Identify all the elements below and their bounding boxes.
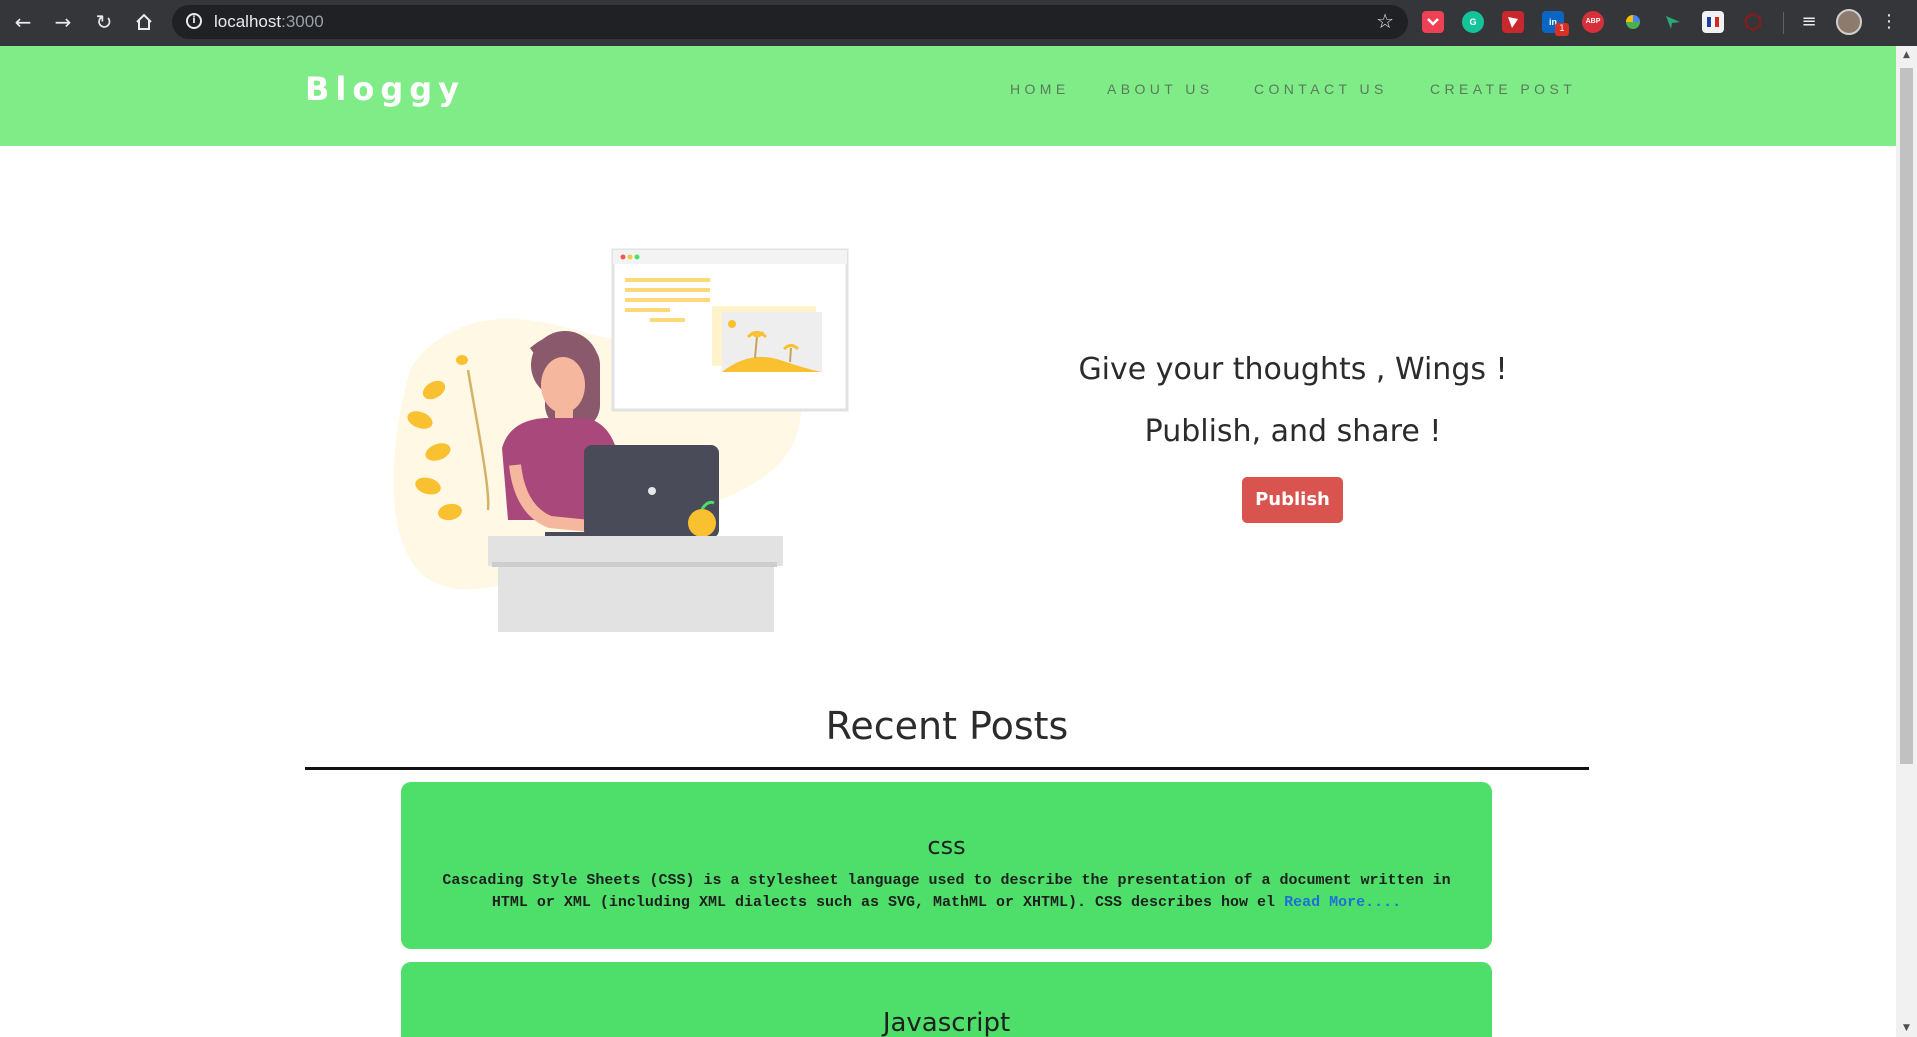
forward-arrow-icon[interactable]: → (50, 9, 76, 35)
browser-toolbar: ← → ↻ i localhost:3000 ☆ G in 1 ABP ≡ ⋮ (0, 0, 1917, 46)
address-bar[interactable]: i localhost:3000 ☆ (172, 5, 1408, 39)
nav-create-post[interactable]: CREATE POST (1430, 81, 1576, 97)
nav-home[interactable]: HOME (1010, 81, 1070, 97)
grammarly-icon[interactable]: G (1462, 11, 1484, 33)
red-hexagon-icon[interactable] (1742, 11, 1764, 33)
bookmark-star-icon[interactable]: ☆ (1376, 9, 1394, 33)
url-text[interactable]: localhost:3000 (214, 12, 324, 32)
hero-subtagline: Publish, and share ! (1144, 414, 1442, 449)
flag-icon[interactable] (1702, 11, 1724, 33)
colorful-leaf-icon[interactable] (1622, 11, 1644, 33)
adblock-plus-icon[interactable]: ABP (1582, 11, 1604, 33)
woman-at-laptop-illustration (393, 248, 849, 632)
avatar[interactable] (1836, 9, 1862, 35)
recent-posts-heading: Recent Posts (825, 704, 1069, 748)
home-icon[interactable] (131, 9, 157, 35)
post-title[interactable]: Javascript (401, 1008, 1492, 1037)
toolbar-divider (1783, 12, 1784, 34)
site-info-icon[interactable]: i (186, 13, 202, 29)
brand-logo[interactable]: Bloggy (305, 70, 465, 108)
scroll-down-arrow-icon[interactable]: ▼ (1896, 1019, 1917, 1037)
post-excerpt: Cascading Style Sheets (CSS) is a styles… (401, 870, 1492, 914)
post-card: css Cascading Style Sheets (CSS) is a st… (401, 782, 1492, 949)
nav-contact-us[interactable]: CONTACT US (1254, 81, 1388, 97)
send-arrow-icon[interactable] (1662, 11, 1684, 33)
site-header: Bloggy HOME ABOUT US CONTACT US CREATE P… (0, 46, 1896, 146)
publish-button[interactable]: Publish (1242, 477, 1343, 523)
pocket-icon[interactable] (1422, 11, 1444, 33)
reload-icon[interactable]: ↻ (91, 9, 117, 35)
back-arrow-icon[interactable]: ← (10, 9, 36, 35)
post-title[interactable]: css (401, 832, 1492, 860)
menu-kebab-icon[interactable]: ⋮ (1876, 9, 1902, 35)
shield-icon[interactable] (1502, 11, 1524, 33)
section-divider (305, 767, 1589, 770)
scroll-up-arrow-icon[interactable]: ▲ (1896, 46, 1917, 64)
reading-list-icon[interactable]: ≡ (1796, 9, 1822, 35)
hero-tagline: Give your thoughts , Wings ! (1078, 352, 1508, 387)
scrollbar-thumb[interactable] (1900, 68, 1913, 764)
notification-badge: 1 (1555, 23, 1569, 36)
post-card: Javascript (401, 962, 1492, 1037)
page-viewport: Bloggy HOME ABOUT US CONTACT US CREATE P… (0, 46, 1896, 1037)
nav-about-us[interactable]: ABOUT US (1107, 81, 1214, 97)
read-more-link[interactable]: Read More.... (1284, 894, 1401, 911)
page-scrollbar[interactable]: ▲ ▼ (1896, 46, 1917, 1037)
